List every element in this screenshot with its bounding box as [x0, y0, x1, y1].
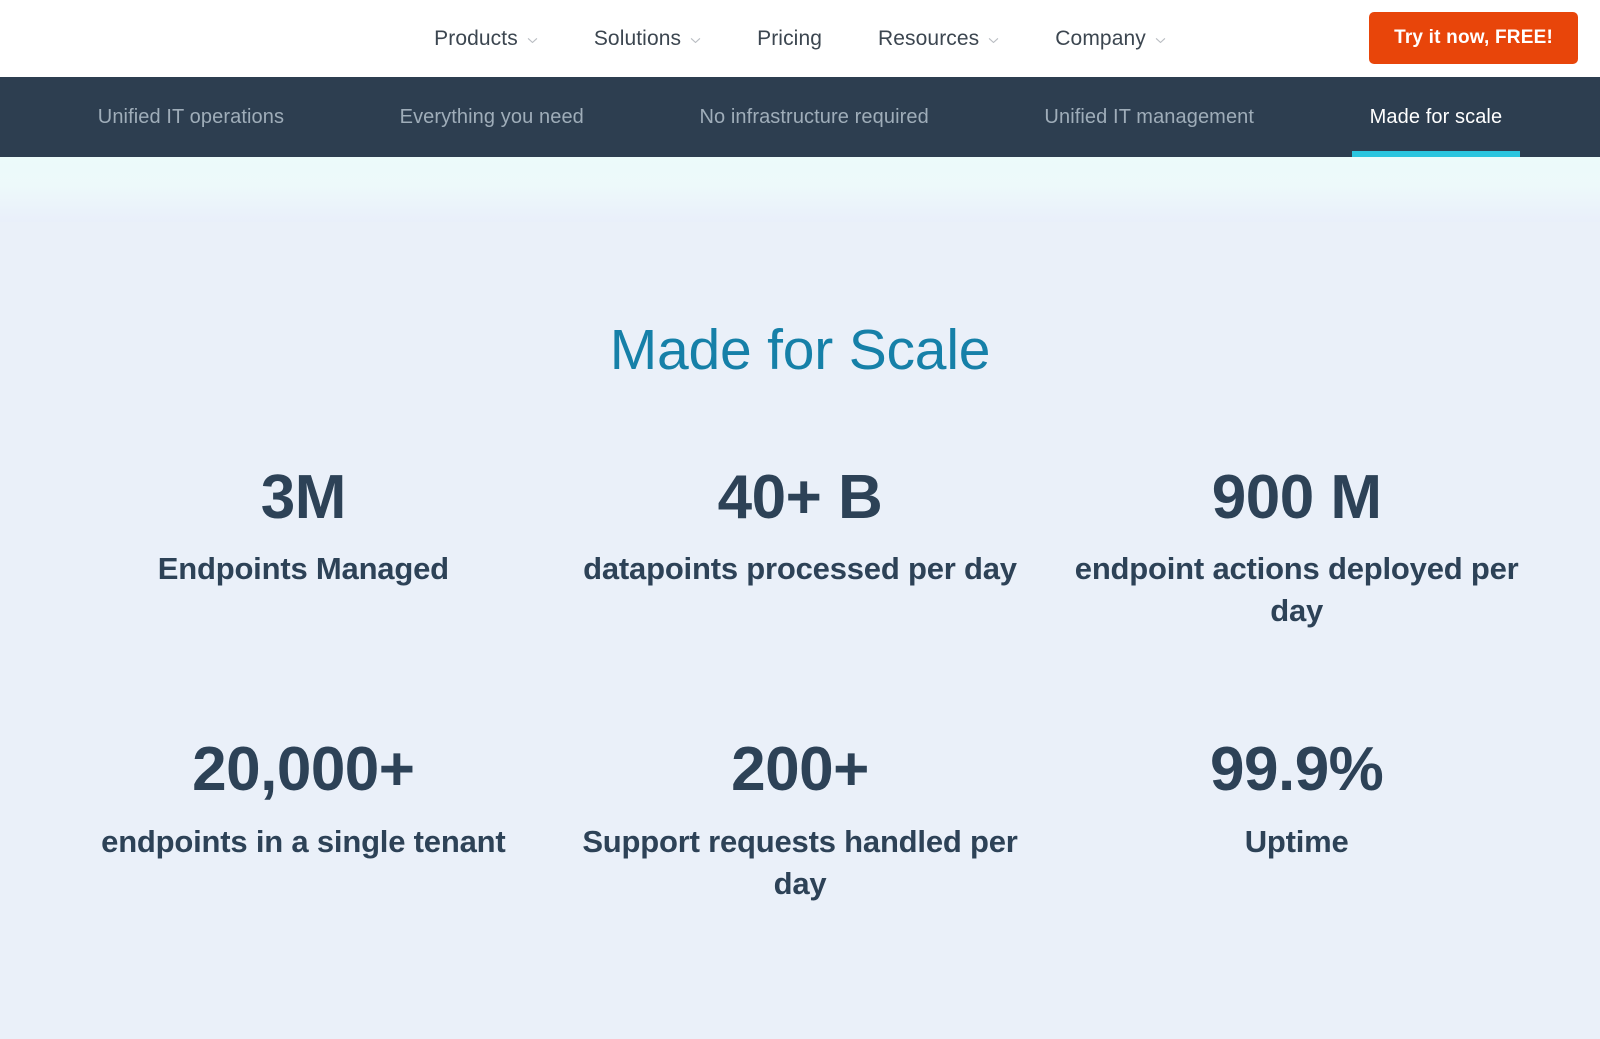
gradient-divider: [0, 157, 1600, 222]
chevron-down-icon: [527, 35, 538, 46]
tab-unified-it-operations[interactable]: Unified IT operations: [80, 77, 302, 157]
stat-value: 3M: [77, 465, 530, 530]
stat-support-requests: 200+ Support requests handled per day: [552, 737, 1049, 904]
nav-item-pricing[interactable]: Pricing: [729, 27, 850, 51]
stat-endpoints-managed: 3M Endpoints Managed: [55, 465, 552, 632]
top-header: Products Solutions Pricing Resources Com…: [0, 0, 1600, 77]
tab-unified-it-management[interactable]: Unified IT management: [1026, 77, 1272, 157]
nav-item-products[interactable]: Products: [406, 27, 566, 51]
nav-item-label: Pricing: [757, 27, 822, 51]
stat-uptime: 99.9% Uptime: [1048, 737, 1545, 904]
chevron-down-icon: [988, 35, 999, 46]
nav-item-label: Products: [434, 27, 518, 51]
stat-value: 200+: [574, 737, 1027, 802]
nav-item-resources[interactable]: Resources: [850, 27, 1027, 51]
statistics-grid: 3M Endpoints Managed 40+ B datapoints pr…: [0, 465, 1600, 905]
chevron-down-icon: [690, 35, 701, 46]
tab-no-infrastructure-required[interactable]: No infrastructure required: [681, 77, 946, 157]
stat-value: 900 M: [1070, 465, 1523, 530]
tab-label: Made for scale: [1370, 106, 1503, 129]
nav-item-label: Resources: [878, 27, 979, 51]
section-tab-list: Unified IT operations Everything you nee…: [0, 77, 1600, 157]
try-it-now-button[interactable]: Try it now, FREE!: [1369, 12, 1578, 64]
stat-endpoints-single-tenant: 20,000+ endpoints in a single tenant: [55, 737, 552, 904]
tab-label: Everything you need: [400, 106, 584, 129]
tab-made-for-scale[interactable]: Made for scale: [1352, 77, 1521, 157]
nav-item-company[interactable]: Company: [1027, 27, 1194, 51]
stat-endpoint-actions-deployed: 900 M endpoint actions deployed per day: [1048, 465, 1545, 632]
stat-label: Uptime: [1070, 821, 1523, 863]
tab-label: Unified IT operations: [98, 106, 284, 129]
stat-datapoints-processed: 40+ B datapoints processed per day: [552, 465, 1049, 632]
stat-label: endpoint actions deployed per day: [1070, 548, 1523, 632]
tab-everything-you-need[interactable]: Everything you need: [382, 77, 602, 157]
stat-label: endpoints in a single tenant: [77, 821, 530, 863]
nav-item-label: Company: [1055, 27, 1146, 51]
nav-item-solutions[interactable]: Solutions: [566, 27, 729, 51]
stat-label: Support requests handled per day: [574, 821, 1027, 905]
chevron-down-icon: [1155, 35, 1166, 46]
stat-value: 99.9%: [1070, 737, 1523, 802]
nav-item-label: Solutions: [594, 27, 681, 51]
main-navigation: Products Solutions Pricing Resources Com…: [406, 27, 1194, 51]
section-tab-bar: Unified IT operations Everything you nee…: [0, 77, 1600, 157]
stat-value: 40+ B: [574, 465, 1027, 530]
page-title: Made for Scale: [0, 317, 1600, 383]
made-for-scale-section: Made for Scale 3M Endpoints Managed 40+ …: [0, 222, 1600, 1039]
tab-label: Unified IT management: [1044, 106, 1254, 129]
stat-label: Endpoints Managed: [77, 548, 530, 590]
tab-label: No infrastructure required: [699, 106, 928, 129]
stat-value: 20,000+: [77, 737, 530, 802]
stat-label: datapoints processed per day: [574, 548, 1027, 590]
